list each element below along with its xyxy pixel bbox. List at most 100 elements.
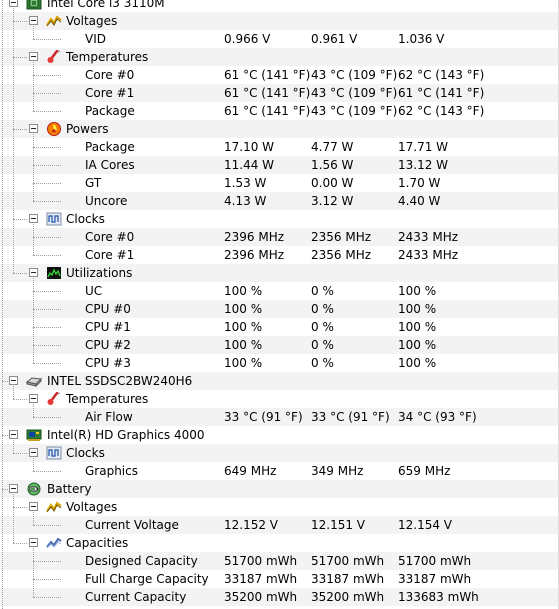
tree-connector-line: [33, 561, 61, 562]
value-current: 1.56 W: [311, 158, 354, 172]
value-current: 0.961 V: [311, 32, 358, 46]
tree-connector-line: [13, 386, 14, 399]
value-current: 12.151 V: [311, 518, 366, 532]
value-current: 0 %: [311, 284, 334, 298]
sensor-label: Voltages: [66, 14, 118, 28]
collapse-toggle-icon[interactable]: [29, 448, 38, 457]
tree-node-category[interactable]: Temperatures: [0, 48, 559, 66]
tree-row-sensor[interactable]: CPU #2 100 % 0 % 100 %: [0, 336, 559, 354]
tree-connector-line: [33, 26, 34, 39]
tree-connector-line: [33, 165, 61, 166]
value-current: 0 %: [311, 302, 334, 316]
collapse-toggle-icon[interactable]: [9, 484, 18, 493]
tree-connector-line: [33, 237, 61, 238]
tree-connector-line: [33, 93, 61, 94]
collapse-toggle-icon[interactable]: [9, 0, 18, 7]
tree-row-sensor[interactable]: Air Flow 33 °C (91 °F) 33 °C (91 °F) 34 °C …: [0, 408, 559, 426]
sensor-label: Package: [85, 104, 135, 118]
collapse-toggle-icon[interactable]: [9, 376, 18, 385]
collapse-toggle-icon[interactable]: [29, 268, 38, 277]
tree-row-sensor[interactable]: Current Capacity 35200 mWh 35200 mWh 133683…: [0, 588, 559, 606]
collapse-toggle-icon[interactable]: [9, 430, 18, 439]
tree-connector-line: [13, 543, 27, 544]
collapse-toggle-icon[interactable]: [29, 394, 38, 403]
tree-row-sensor[interactable]: Graphics 649 MHz 349 MHz 659 MHz: [0, 462, 559, 480]
tree-connector-line: [33, 62, 34, 111]
value-max: 61 °C (141 °F): [398, 86, 485, 100]
battery-icon: [26, 482, 42, 496]
collapse-toggle-icon[interactable]: [29, 214, 38, 223]
collapse-toggle-icon[interactable]: [29, 538, 38, 547]
tree-connector-line: [13, 453, 27, 454]
tree-connector-line: [33, 75, 61, 76]
tree-row-sensor[interactable]: Current Voltage 12.152 V 12.151 V 12.154 V: [0, 516, 559, 534]
value-min: 2396 MHz: [224, 248, 285, 262]
tree-node-category[interactable]: Powers: [0, 120, 559, 138]
tree-node-category[interactable]: Clocks: [0, 444, 559, 462]
tree-node-category[interactable]: Capacities: [0, 534, 559, 552]
sensor-label: Capacities: [66, 536, 129, 550]
tree-row-sensor[interactable]: GT 1.53 W 0.00 W 1.70 W: [0, 174, 559, 192]
sensor-label: Uncore: [85, 194, 128, 208]
tree-connector-line: [33, 224, 34, 255]
clock-wave-icon: [46, 446, 62, 460]
value-min: 100 %: [224, 284, 263, 298]
tree-row-sensor[interactable]: CPU #3 100 % 0 % 100 %: [0, 354, 559, 372]
tree-node-device[interactable]: Intel(R) HD Graphics 4000: [0, 426, 559, 444]
tree-row-sensor[interactable]: Core #0 61 °C (141 °F) 43 °C (109 °F) 62 °C…: [0, 66, 559, 84]
value-max: 100 %: [398, 338, 437, 352]
tree-row-sensor[interactable]: Core #1 2396 MHz 2356 MHz 2433 MHz: [0, 246, 559, 264]
sensor-label: CPU #2: [85, 338, 131, 352]
tree-connector-line: [33, 548, 34, 597]
tree-node-category[interactable]: Voltages: [0, 12, 559, 30]
value-max: 100 %: [398, 320, 437, 334]
tree-row-sensor[interactable]: IA Cores 11.44 W 1.56 W 13.12 W: [0, 156, 559, 174]
value-max: 100 %: [398, 356, 437, 370]
tree-node-device[interactable]: Intel Core i3 3110M: [0, 0, 559, 12]
tree-node-device[interactable]: Battery: [0, 480, 559, 498]
tree-row-sensor[interactable]: Package 61 °C (141 °F) 43 °C (109 °F) 62 °C…: [0, 102, 559, 120]
value-max: 4.40 W: [398, 194, 441, 208]
sensor-label: GT: [85, 176, 102, 190]
tree-connector-line: [33, 345, 61, 346]
value-current: 2356 MHz: [311, 248, 372, 262]
tree-row-sensor[interactable]: UC 100 % 0 % 100 %: [0, 282, 559, 300]
tree-row-sensor[interactable]: Core #1 61 °C (141 °F) 43 °C (109 °F) 61 °C…: [0, 84, 559, 102]
tree-connector-line: [13, 57, 27, 58]
tree-connector-line: [33, 327, 61, 328]
sensor-label: Core #0: [85, 68, 135, 82]
tree-row-sensor[interactable]: Uncore 4.13 W 3.12 W 4.40 W: [0, 192, 559, 210]
tree-connector-line: [33, 512, 34, 525]
sensor-label: Temperatures: [66, 50, 149, 64]
tree-row-sensor[interactable]: Designed Capacity 51700 mWh 51700 mWh 51700…: [0, 552, 559, 570]
value-current: 43 °C (109 °F): [311, 104, 398, 118]
tree-row-sensor[interactable]: VID 0.966 V 0.961 V 1.036 V: [0, 30, 559, 48]
tree-connector-line: [33, 39, 61, 40]
value-current: 35200 mWh: [311, 590, 385, 604]
collapse-toggle-icon[interactable]: [29, 16, 38, 25]
collapse-toggle-icon[interactable]: [29, 52, 38, 61]
tree-connector-line: [33, 597, 61, 598]
value-current: 0 %: [311, 356, 334, 370]
tree-node-category[interactable]: Voltages: [0, 498, 559, 516]
tree-row-sensor[interactable]: Full Charge Capacity 33187 mWh 33187 mWh 33…: [0, 570, 559, 588]
tree-row-sensor[interactable]: CPU #0 100 % 0 % 100 %: [0, 300, 559, 318]
sensor-label: Core #1: [85, 248, 135, 262]
tree-node-device[interactable]: INTEL SSDSC2BW240H6: [0, 372, 559, 390]
sensor-tree[interactable]: Intel Core i3 3110M Voltages VID 0.966 V 0.9…: [0, 0, 559, 606]
tree-node-category[interactable]: Temperatures: [0, 390, 559, 408]
value-max: 1.70 W: [398, 176, 441, 190]
sensor-label: Core #1: [85, 86, 135, 100]
tree-row-sensor[interactable]: CPU #1 100 % 0 % 100 %: [0, 318, 559, 336]
value-max: 659 MHz: [398, 464, 451, 478]
tree-row-sensor[interactable]: Core #0 2396 MHz 2356 MHz 2433 MHz: [0, 228, 559, 246]
tree-connector-line: [13, 440, 14, 453]
tree-row-sensor[interactable]: Package 17.10 W 4.77 W 17.71 W: [0, 138, 559, 156]
tree-node-category[interactable]: Clocks: [0, 210, 559, 228]
collapse-toggle-icon[interactable]: [29, 502, 38, 511]
sensor-label: CPU #3: [85, 356, 131, 370]
tree-node-category[interactable]: Utilizations: [0, 264, 559, 282]
collapse-toggle-icon[interactable]: [29, 124, 38, 133]
value-min: 0.966 V: [224, 32, 271, 46]
sensor-label: CPU #1: [85, 320, 131, 334]
